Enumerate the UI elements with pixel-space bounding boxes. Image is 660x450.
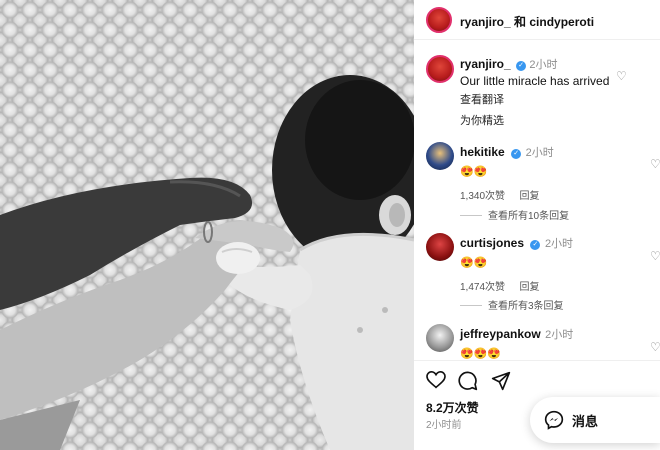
caption-text: Our little miracle has arrived — [460, 74, 610, 88]
caption-time: 2小时 — [529, 59, 558, 71]
post-caption: ryanjiro_ ✓ 2小时 Our little miracle has a… — [460, 56, 660, 107]
comment-item: jeffreypankow 2小时 😍😍😍 — [460, 325, 660, 360]
see-translation-link[interactable]: 查看翻译 — [460, 91, 660, 107]
post-timestamp: 2小时前 — [426, 420, 462, 431]
commenter-avatar[interactable] — [426, 233, 454, 261]
view-replies-link[interactable]: 查看所有3条回复 — [460, 297, 564, 312]
heart-icon[interactable]: ♡ — [650, 157, 660, 171]
comment-time: 2小时 — [544, 238, 574, 250]
comment-username[interactable]: jeffreypankow — [460, 327, 541, 341]
post-details-panel: ryanjiro_ 和 cindyperoti ryanjiro_ ✓ 2小时 … — [414, 0, 660, 450]
comment-time: 2小时 — [545, 329, 574, 341]
verified-icon: ✓ — [530, 240, 541, 250]
divider — [460, 215, 482, 216]
comment-username[interactable]: hekitike — [460, 145, 505, 159]
divider — [460, 305, 482, 306]
caption-username[interactable]: ryanjiro_ — [460, 57, 511, 71]
comment-item: hekitike ✓ 2小时 😍😍 1,340次赞 回复 — [460, 143, 660, 204]
comment-item: curtisjones ✓ 2小时 😍😍 1,474次赞 回复 — [460, 234, 660, 295]
comment-username[interactable]: curtisjones — [460, 236, 524, 250]
messages-button[interactable]: 消息 — [530, 397, 660, 443]
commenter-avatar[interactable] — [426, 142, 454, 170]
comment-icon[interactable] — [458, 371, 478, 396]
view-replies-label[interactable]: 查看所有3条回复 — [488, 301, 564, 312]
comment-likes[interactable]: 1,340次赞 — [460, 191, 505, 202]
verified-icon: ✓ — [511, 149, 522, 159]
heart-icon[interactable] — [426, 370, 446, 394]
caption-avatar[interactable] — [426, 55, 454, 83]
comment-text: 😍😍 — [460, 166, 488, 178]
comment-time: 2小时 — [525, 147, 554, 159]
baby-hands-illustration — [0, 75, 414, 450]
post-header: ryanjiro_ 和 cindyperoti — [414, 0, 660, 40]
comment-text: 😍😍😍 — [460, 348, 502, 360]
comment-text: 😍😍 — [460, 257, 488, 269]
author-avatar[interactable] — [426, 7, 452, 33]
reply-button[interactable]: 回复 — [519, 282, 539, 293]
commenter-avatar[interactable] — [426, 324, 454, 352]
heart-icon[interactable]: ♡ — [650, 340, 660, 354]
post-photo[interactable] — [0, 0, 414, 450]
like-count[interactable]: 8.2万次赞 — [426, 399, 479, 416]
post-authors[interactable]: ryanjiro_ 和 cindyperoti — [460, 13, 594, 30]
comment-likes[interactable]: 1,474次赞 — [460, 282, 505, 293]
share-icon[interactable] — [491, 371, 511, 396]
messenger-icon — [544, 410, 564, 435]
view-replies-label[interactable]: 查看所有10条回复 — [488, 211, 569, 222]
reply-button[interactable]: 回复 — [519, 191, 539, 202]
verified-icon: ✓ — [516, 61, 527, 71]
heart-icon[interactable]: ♡ — [616, 69, 627, 83]
comment-filter[interactable]: 为你精选 — [460, 112, 504, 128]
heart-icon[interactable]: ♡ — [650, 249, 660, 263]
view-replies-link[interactable]: 查看所有10条回复 — [460, 207, 569, 222]
messages-label[interactable]: 消息 — [572, 411, 598, 430]
